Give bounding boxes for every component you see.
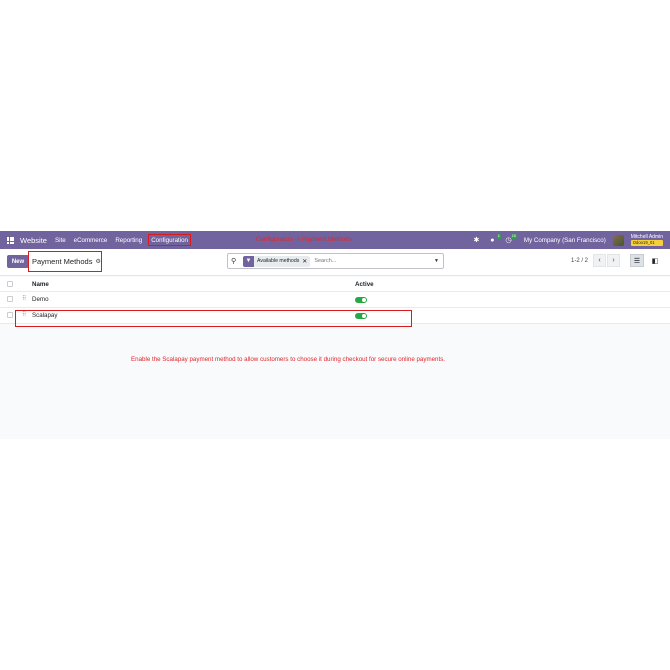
gear-icon[interactable]: ⚙ (95, 258, 100, 265)
chat-icon[interactable]: ● 1 (488, 233, 501, 245)
menu-site[interactable]: Site (55, 237, 66, 244)
close-icon[interactable]: ✕ (302, 258, 310, 265)
menu-ecommerce[interactable]: eCommerce (74, 237, 108, 244)
app-brand[interactable]: Website (20, 236, 47, 245)
row-name: Demo (32, 296, 49, 303)
kanban-view-icon[interactable]: ◧ (648, 254, 662, 267)
row-checkbox[interactable] (7, 296, 13, 302)
search-bar: ⚲ ▼ Available methods ✕ ▼ (227, 253, 444, 269)
select-all-checkbox[interactable] (7, 281, 13, 287)
filter-icon: ▼ (243, 255, 254, 267)
new-button[interactable]: New (7, 255, 29, 268)
page-title: Payment Methods (32, 257, 93, 266)
active-toggle[interactable] (355, 297, 367, 303)
chevron-down-icon[interactable]: ▼ (434, 258, 439, 264)
table-header: Name Active (0, 277, 670, 292)
annotation-main: Enable the Scalapay payment method to al… (131, 356, 446, 363)
company-switcher[interactable]: My Company (San Francisco) (524, 237, 606, 244)
list-view-icon[interactable]: ☰ (630, 254, 644, 267)
database-badge: Odoo19_01 (630, 240, 663, 246)
bug-icon[interactable]: ✱ (472, 236, 481, 245)
search-input[interactable] (314, 258, 415, 264)
menu-reporting[interactable]: Reporting (115, 237, 142, 244)
highlight-scalapay-row (15, 310, 412, 327)
table-row[interactable]: ⠿ Demo (0, 292, 670, 308)
chat-badge: 1 (496, 233, 501, 239)
avatar[interactable] (612, 234, 624, 246)
apps-grid-icon[interactable] (7, 236, 14, 244)
drag-handle-icon[interactable]: ⠿ (22, 295, 26, 302)
row-checkbox[interactable] (7, 312, 13, 318)
breadcrumb: Payment Methods ⚙ (28, 251, 102, 272)
annotation-top: Configuration -> Payment Methods (256, 236, 352, 243)
chevron-left-icon[interactable]: ‹ (593, 254, 606, 267)
chevron-right-icon[interactable]: › (607, 254, 620, 267)
user-menu[interactable]: Mitchell Admin Odoo19_01 (630, 234, 663, 246)
app-window: Website Site eCommerce Reporting Configu… (0, 231, 670, 439)
search-facet: ▼ Available methods ✕ (243, 255, 311, 267)
search-icon[interactable]: ⚲ (231, 257, 241, 265)
column-name[interactable]: Name (32, 281, 49, 288)
menu-configuration[interactable]: Configuration (148, 234, 191, 246)
control-panel: New Payment Methods ⚙ ⚲ ▼ Available meth… (0, 249, 670, 276)
column-active[interactable]: Active (355, 281, 374, 288)
clock-icon[interactable]: ◷ 10 (504, 233, 517, 245)
activity-badge: 10 (510, 233, 517, 239)
facet-label: Available methods (257, 258, 300, 264)
pager-value[interactable]: 1-2 / 2 (571, 258, 588, 264)
